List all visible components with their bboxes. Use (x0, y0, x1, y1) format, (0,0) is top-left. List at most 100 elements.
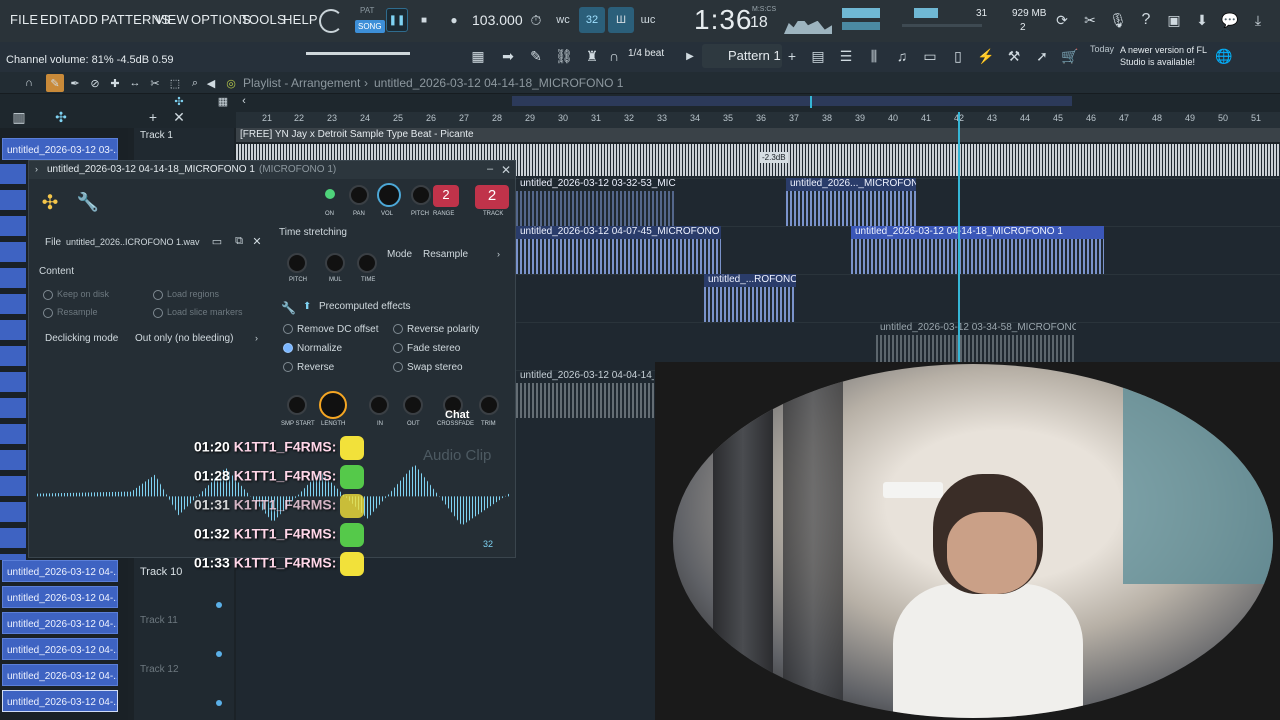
out-knob[interactable] (403, 395, 423, 415)
playback-tool-icon[interactable]: ◀ (202, 74, 220, 92)
playhead[interactable] (958, 112, 960, 362)
declicking-select[interactable]: Out only (no bleeding) (135, 333, 233, 344)
piano-keys-icon[interactable]: ♫ (890, 44, 914, 68)
plugin-icon[interactable]: ♜ (580, 44, 604, 68)
loop-record-icon[interactable]: ɯᴄ (637, 9, 659, 31)
microphone-icon[interactable]: 🎙 (1108, 10, 1128, 30)
pencil-icon[interactable]: ✎ (524, 44, 548, 68)
arrow-icon[interactable]: ➚ (1030, 44, 1054, 68)
wrench-icon[interactable]: 🔧 (77, 189, 99, 215)
close-plugins-icon[interactable]: ✂ (1080, 10, 1100, 30)
play-arrow-icon[interactable]: ➡ (496, 44, 520, 68)
detach-icon[interactable]: ⧉ (231, 233, 247, 249)
trim-knob[interactable] (479, 395, 499, 415)
tempo-display[interactable]: 103.000 (472, 12, 523, 28)
close-small-icon[interactable]: ✕ (172, 108, 186, 126)
metronome-icon[interactable]: ⏱ (525, 9, 547, 31)
plug-icon[interactable]: ⚡ (974, 44, 998, 68)
length-knob[interactable] (319, 391, 347, 419)
audio-clip[interactable]: untitled_2026-03-12 03-32-53_MICROFONO 1 (516, 178, 676, 226)
paint-tool-icon[interactable]: ✒ (66, 74, 84, 92)
fx-remove-dc-radio[interactable] (283, 324, 293, 335)
track-1-label[interactable]: Track 1 (140, 130, 173, 141)
keep-on-disk-radio[interactable] (43, 289, 53, 300)
slip-tool-icon[interactable]: ↔ (126, 74, 144, 92)
export-icon[interactable]: ⤓ (1248, 10, 1268, 30)
help-icon[interactable]: ? (1136, 10, 1156, 30)
ts-time-knob[interactable] (357, 253, 377, 273)
track-11-label[interactable]: Track 11 (140, 615, 178, 626)
channel-item[interactable]: untitled_2026-03-12 04-... (2, 612, 118, 634)
draw-tool-icon[interactable]: ✎ (46, 74, 64, 92)
keep-on-disk-option[interactable]: Keep on disk (43, 289, 109, 300)
mute-tool-icon[interactable]: ✚ (106, 74, 124, 92)
grid-icon[interactable]: ▦ (214, 94, 232, 108)
pattern-selector[interactable]: Pattern 1 (702, 44, 782, 68)
clear-file-icon[interactable]: ✕ (249, 233, 265, 249)
audio-clip-selected[interactable]: untitled_2026-03-12 04-14-18_MICROFONO 1 (851, 226, 1104, 274)
pause-icon[interactable]: ❚❚ (386, 8, 408, 32)
fx-swap-stereo-radio[interactable] (393, 362, 403, 373)
fx-normalize-radio[interactable] (283, 343, 293, 354)
ts-mul-knob[interactable] (325, 253, 345, 273)
zoom-indicator[interactable]: 32 (483, 539, 493, 549)
in-knob[interactable] (369, 395, 389, 415)
fx-fade-stereo[interactable]: Fade stereo (393, 343, 460, 354)
channel-rack-icon[interactable]: ☰ (834, 44, 858, 68)
step-edit-icon[interactable]: Ш (608, 7, 634, 33)
expand-arrow-icon[interactable]: › (35, 164, 38, 174)
wave-icon[interactable]: ✣ (52, 108, 70, 126)
audio-clip[interactable]: untitled_2026-03-12 04-04-14_MICRO (516, 370, 654, 418)
channel-item-selected[interactable]: untitled_2026-03-12 04-... (2, 690, 118, 712)
piano-roll-icon[interactable]: ▦ (466, 44, 490, 68)
snap-arrow-icon[interactable]: ▶ (682, 46, 698, 66)
audio-clip[interactable]: untitled_...ROFONO 1 (704, 274, 796, 322)
ts-pitch-knob[interactable] (287, 253, 307, 273)
menu-help[interactable]: HELP (283, 12, 318, 27)
song-mode-button[interactable]: SONG (355, 20, 385, 33)
fx-reverse[interactable]: Reverse (283, 362, 334, 373)
vol-knob[interactable] (377, 183, 401, 207)
fx-reverse-radio[interactable] (283, 362, 293, 373)
track-10-label[interactable]: Track 10 (140, 566, 182, 578)
resample-radio[interactable] (43, 307, 53, 318)
link-icon[interactable]: ⛓ (552, 44, 576, 68)
select-tool-icon[interactable]: ⬚ (166, 74, 184, 92)
save-icon[interactable]: ▣ (1164, 10, 1184, 30)
menu-add[interactable]: ADD (70, 12, 98, 27)
load-slice-radio[interactable] (153, 307, 163, 318)
globe-icon[interactable]: 🌐 (1212, 44, 1236, 68)
master-pitch-knob[interactable] (319, 9, 343, 33)
range-value[interactable]: 2 (433, 185, 459, 207)
folder-icon[interactable]: ▭ (209, 233, 225, 249)
stop-icon[interactable]: ■ (414, 10, 434, 30)
sampler-titlebar[interactable]: › untitled_2026-03-12 04-14-18_MICROFONO… (29, 161, 515, 179)
load-regions-radio[interactable] (153, 289, 163, 300)
minimize-icon[interactable]: ‒ (487, 163, 493, 175)
mode-select[interactable]: Resample (423, 249, 468, 260)
snap-value[interactable]: 1/4 beat (628, 48, 664, 59)
mixer-icon[interactable]: ⫼ (862, 44, 886, 68)
refresh-icon[interactable]: ⟳ (1052, 10, 1072, 30)
magnet-small-icon[interactable]: ∩ (20, 74, 38, 92)
slice-tool-icon[interactable]: ✂ (146, 74, 164, 92)
wave-small-icon[interactable]: ✣ (170, 94, 188, 108)
fx-remove-dc[interactable]: Remove DC offset (283, 324, 379, 335)
overview-scrollbar[interactable] (512, 96, 1072, 106)
audio-clip[interactable]: untitled_2026-03-12 04-07-45_MICROFONO 1 (516, 226, 721, 274)
master-volume-slider[interactable] (902, 24, 982, 27)
close-icon[interactable]: ✕ (501, 163, 511, 177)
track-value[interactable]: 2 (475, 185, 509, 209)
menu-edit[interactable]: EDIT (40, 12, 70, 27)
time-display[interactable]: 1:36 (694, 4, 753, 36)
track-12-label[interactable]: Track 12 (140, 664, 179, 675)
file-name[interactable]: untitled_2026..ICROFONO 1.wav (66, 237, 200, 247)
scroll-left-icon[interactable]: ‹ (236, 94, 252, 108)
fx-swap-stereo[interactable]: Swap stereo (393, 362, 463, 373)
pat-label[interactable]: PAT (360, 6, 374, 15)
track-12-mute-led[interactable] (216, 700, 222, 706)
fx-reverse-polarity-radio[interactable] (393, 324, 403, 335)
chat-icon[interactable]: 💬 (1220, 10, 1240, 30)
declicking-arrow-icon[interactable]: › (255, 333, 258, 343)
menu-file[interactable]: FILE (10, 12, 38, 27)
